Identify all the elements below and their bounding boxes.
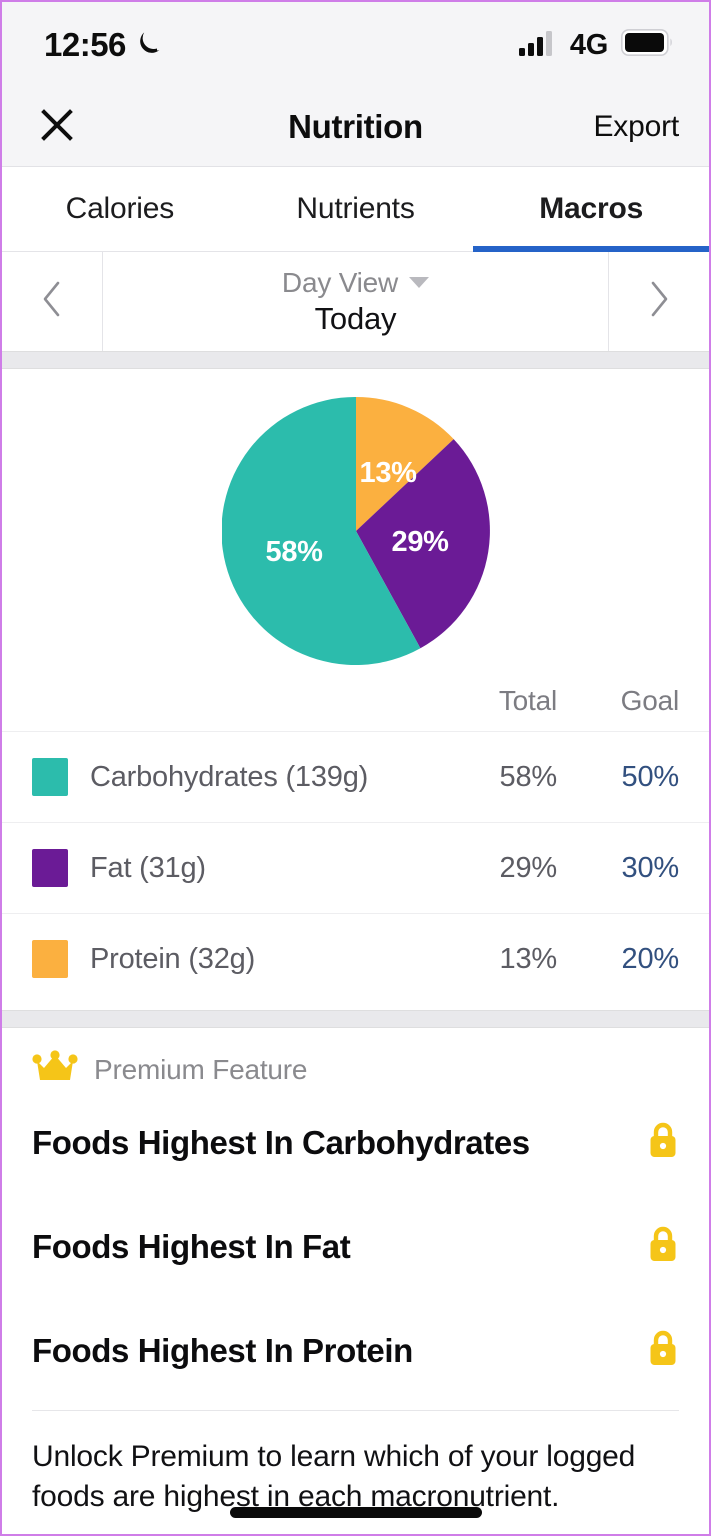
- table-row[interactable]: Protein (32g) 13% 20%: [2, 913, 709, 1004]
- premium-feature-badge: Premium Feature: [32, 1050, 679, 1099]
- macro-name-protein: Protein (32g): [90, 942, 256, 975]
- premium-feature-section: Premium Feature Foods Highest In Carbohy…: [2, 1028, 709, 1411]
- macro-total-protein: 13%: [499, 942, 558, 975]
- macro-goal-protein[interactable]: 20%: [557, 943, 680, 976]
- status-bar: 12:56 4G: [2, 2, 709, 88]
- macro-column-goal: Goal: [620, 685, 680, 716]
- legend-swatch-fat: [32, 849, 68, 887]
- macro-column-total: Total: [498, 685, 557, 716]
- legend-swatch-protein: [32, 940, 68, 978]
- tab-calories-label: Calories: [65, 192, 175, 225]
- day-view-selector[interactable]: Day View Today: [103, 252, 608, 351]
- status-bar-left: 12:56: [44, 26, 162, 64]
- macro-pie-chart: 58% 29% 13%: [2, 369, 709, 665]
- section-separator-top: [2, 351, 709, 369]
- chevron-left-icon: [40, 279, 64, 324]
- chevron-right-icon: [647, 279, 671, 324]
- home-indicator-wrapper: [2, 1507, 709, 1518]
- crescent-moon-icon: [136, 29, 162, 62]
- macro-table-header: Total Goal: [2, 665, 709, 731]
- header-bar: Nutrition Export: [2, 88, 709, 167]
- legend-swatch-carbohydrates: [32, 758, 68, 796]
- battery-full-icon: [621, 29, 673, 61]
- previous-day-button[interactable]: [2, 252, 103, 351]
- macro-table: Total Goal Carbohydrates (139g) 58% 50% …: [2, 665, 709, 1010]
- macro-total-carbohydrates: 58%: [499, 760, 558, 793]
- premium-item-protein[interactable]: Foods Highest In Protein: [32, 1307, 679, 1394]
- lock-icon: [647, 1225, 679, 1268]
- network-type-label: 4G: [569, 28, 608, 61]
- home-indicator[interactable]: [229, 1507, 482, 1518]
- macro-total-fat: 29%: [499, 851, 558, 884]
- phone-screen: 12:56 4G Nutrition Export Calories Nutri…: [0, 0, 711, 1536]
- day-view-label: Day View: [281, 266, 399, 298]
- premium-item-carbohydrates[interactable]: Foods Highest In Carbohydrates: [32, 1099, 679, 1186]
- tab-calories[interactable]: Calories: [2, 167, 238, 251]
- close-button[interactable]: [30, 100, 84, 154]
- tab-nutrients[interactable]: Nutrients: [238, 167, 474, 251]
- close-icon: [39, 107, 75, 148]
- premium-item-protein-label: Foods Highest In Protein: [32, 1331, 413, 1369]
- pie-chart-wrapper: 58% 29% 13%: [221, 397, 490, 665]
- status-time: 12:56: [44, 26, 126, 63]
- tab-macros-label: Macros: [539, 192, 644, 225]
- pie-chart-svg: [221, 397, 490, 665]
- crown-icon: [32, 1050, 78, 1089]
- export-button[interactable]: Export: [593, 110, 679, 144]
- lock-icon: [647, 1121, 679, 1164]
- tab-bar: Calories Nutrients Macros: [2, 167, 709, 252]
- macro-goal-fat[interactable]: 30%: [557, 852, 680, 885]
- table-row[interactable]: Carbohydrates (139g) 58% 50%: [2, 731, 709, 822]
- next-day-button[interactable]: [608, 252, 709, 351]
- premium-item-fat-label: Foods Highest In Fat: [32, 1227, 351, 1265]
- tab-nutrients-label: Nutrients: [296, 192, 415, 225]
- day-navigator: Day View Today: [2, 252, 709, 351]
- status-bar-right: 4G: [518, 28, 673, 62]
- cellular-signal-icon: [518, 30, 557, 61]
- tab-macros[interactable]: Macros: [473, 167, 709, 252]
- day-view-dropdown[interactable]: Day View: [281, 266, 430, 299]
- macro-name-fat: Fat (31g): [90, 851, 206, 884]
- unlock-premium-text: Unlock Premium to learn which of your lo…: [32, 1440, 636, 1513]
- lock-icon: [647, 1329, 679, 1372]
- section-separator-bottom: [2, 1010, 709, 1028]
- current-day-label: Today: [314, 300, 397, 336]
- premium-feature-label: Premium Feature: [94, 1053, 308, 1085]
- macro-name-carbohydrates: Carbohydrates (139g): [90, 760, 369, 793]
- premium-item-fat[interactable]: Foods Highest In Fat: [32, 1203, 679, 1290]
- macro-goal-carbohydrates[interactable]: 50%: [557, 761, 680, 794]
- table-row[interactable]: Fat (31g) 29% 30%: [2, 822, 709, 913]
- premium-item-carbohydrates-label: Foods Highest In Carbohydrates: [32, 1123, 530, 1161]
- caret-down-icon: [409, 277, 430, 288]
